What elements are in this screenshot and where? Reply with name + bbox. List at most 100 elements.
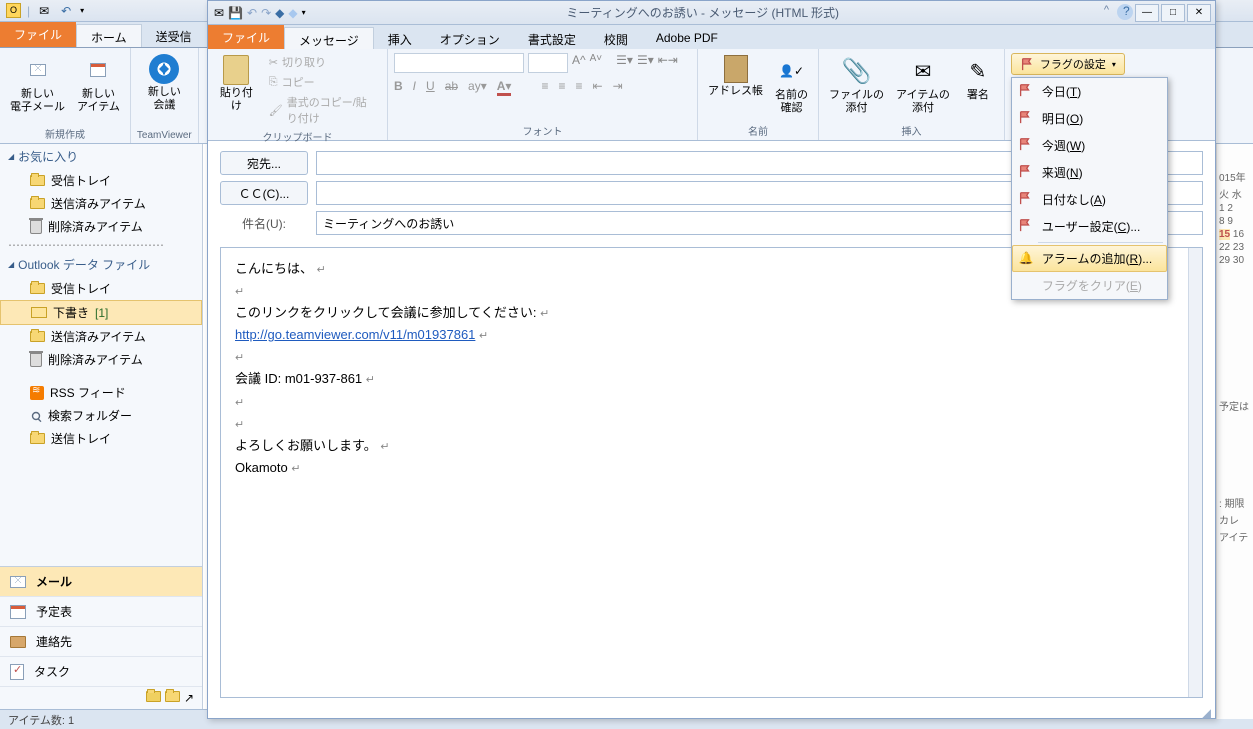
flag-dropdown-menu: 今日(T) 明日(O) 今週(W) 来週(N) 日付なし(A) ユーザー設定(C… <box>1011 77 1168 300</box>
underline-button[interactable]: U <box>426 79 435 96</box>
paste-button[interactable]: 貼り付け <box>214 53 259 127</box>
qat-next-icon[interactable]: ◆ <box>288 6 297 20</box>
nav-sent[interactable]: 送信済みアイテム <box>0 192 202 215</box>
new-email-button[interactable]: 新しい 電子メール <box>6 52 69 116</box>
flag-settings-button[interactable]: フラグの設定 <box>1011 53 1125 75</box>
compose-tab-options[interactable]: オプション <box>426 27 514 49</box>
folder-icon <box>30 175 45 186</box>
nav-section-favorites[interactable]: お気に入り <box>0 144 202 169</box>
indent-button-2[interactable]: ⇥ <box>613 79 623 96</box>
attach-item-button[interactable]: ✉ アイテムの 添付 <box>892 53 954 117</box>
folder-list-icon[interactable] <box>165 691 180 702</box>
new-meeting-button[interactable]: 新しい 会議 <box>144 52 185 114</box>
nav-deleted-2[interactable]: 削除済みアイテム <box>0 348 202 371</box>
nav-search-folders[interactable]: 検索フォルダー <box>0 404 202 427</box>
signature-button[interactable]: ✎ 署名 <box>958 53 998 117</box>
tab-file[interactable]: ファイル <box>0 22 76 47</box>
compose-tab-pdf[interactable]: Adobe PDF <box>642 27 732 49</box>
contacts-icon <box>10 636 26 648</box>
search-icon <box>32 411 40 419</box>
nav-sent-2[interactable]: 送信済みアイテム <box>0 325 202 348</box>
meeting-link[interactable]: http://go.teamviewer.com/v11/m01937861 <box>235 327 475 342</box>
font-color-button[interactable]: A▾ <box>497 79 512 96</box>
flag-next-week[interactable]: 来週(N) <box>1012 159 1167 186</box>
qat-dropdown-icon[interactable]: ▾ <box>80 6 84 15</box>
to-button[interactable]: 宛先... <box>220 151 308 175</box>
nav-inbox[interactable]: 受信トレイ <box>0 169 202 192</box>
outdent-button[interactable]: ⇤ <box>593 79 603 96</box>
body-line-5: Okamoto <box>235 460 291 475</box>
qat-redo-icon[interactable]: ↷ <box>261 6 271 20</box>
shrink-font-button[interactable]: A˅ <box>590 53 603 73</box>
attach-file-button[interactable]: 📎 ファイルの 添付 <box>825 53 888 117</box>
format-painter-button[interactable]: 🖌書式のコピー/貼り付け <box>265 93 381 127</box>
copy-button[interactable]: ⎘コピー <box>265 73 381 91</box>
help-icon[interactable]: ? <box>1117 4 1133 20</box>
flag-tomorrow[interactable]: 明日(O) <box>1012 105 1167 132</box>
qat-save-icon[interactable]: 💾 <box>228 6 243 20</box>
undo-icon[interactable]: ↶ <box>58 3 74 19</box>
folder-icon <box>30 283 45 294</box>
ribbon-minimize-icon[interactable]: ^ <box>1098 4 1115 22</box>
compose-body[interactable]: こんにちは、 ↵ ↵ このリンクをクリックして会議に参加してください: ↵ ht… <box>220 247 1203 698</box>
font-size-select[interactable] <box>528 53 568 73</box>
nav-section-datafile[interactable]: Outlook データ ファイル <box>0 252 202 277</box>
flag-this-week[interactable]: 今週(W) <box>1012 132 1167 159</box>
ribbon-group-label-tv: TeamViewer <box>137 128 192 141</box>
nav-deleted[interactable]: 削除済みアイテム <box>0 215 202 238</box>
close-button[interactable]: ✕ <box>1187 4 1211 22</box>
nav-btn-tasks[interactable]: タスク <box>0 657 202 687</box>
tab-send-receive[interactable]: 送受信 <box>142 24 206 47</box>
minimize-button[interactable]: — <box>1135 4 1159 22</box>
flag-add-alarm[interactable]: 🔔アラームの追加(R)... <box>1012 245 1167 272</box>
indent-button[interactable]: ⇤⇥ <box>658 53 678 73</box>
flag-no-date[interactable]: 日付なし(A) <box>1012 186 1167 213</box>
copy-icon: ⎘ <box>269 76 278 89</box>
new-items-button[interactable]: 新しい アイテム <box>73 52 124 116</box>
compose-tab-insert[interactable]: 挿入 <box>374 27 426 49</box>
bold-button[interactable]: B <box>394 79 403 96</box>
font-family-select[interactable] <box>394 53 524 73</box>
shortcuts-icon[interactable]: ↗ <box>184 691 194 705</box>
compose-resize-grip[interactable]: ◢ <box>208 706 1215 718</box>
maximize-button[interactable]: □ <box>1161 4 1185 22</box>
compose-tab-file[interactable]: ファイル <box>208 25 284 49</box>
grow-font-button[interactable]: A^ <box>572 53 586 73</box>
qat-prev-icon[interactable]: ◆ <box>275 6 284 20</box>
flag-custom[interactable]: ユーザー設定(C)... <box>1012 213 1167 240</box>
bullets-button[interactable]: ☰▾ <box>616 53 633 73</box>
qat-drop-icon[interactable]: ▾ <box>302 8 306 17</box>
nav-btn-mail[interactable]: メール <box>0 567 202 597</box>
compose-tab-format[interactable]: 書式設定 <box>514 27 590 49</box>
cc-button[interactable]: ＣＣ(C)... <box>220 181 308 205</box>
cut-button[interactable]: ✂切り取り <box>265 53 381 71</box>
qat-send-icon[interactable]: ✉ <box>214 6 224 20</box>
numbering-button[interactable]: ☰▾ <box>637 53 654 73</box>
strike-button[interactable]: ab <box>445 79 458 96</box>
notes-icon[interactable] <box>146 691 161 702</box>
compose-tab-message[interactable]: メッセージ <box>284 27 374 49</box>
qat-undo-icon[interactable]: ↶ <box>247 6 257 20</box>
send-receive-icon[interactable]: ✉ <box>36 3 52 19</box>
ribbon-group-tags: フラグの設定 今日(T) 明日(O) 今週(W) 来週(N) 日付なし(A) ユ… <box>1005 49 1131 140</box>
body-line-2: このリンクをクリックして会議に参加してください: <box>235 305 540 320</box>
nav-drafts[interactable]: 下書き [1] <box>0 300 202 325</box>
flag-today[interactable]: 今日(T) <box>1012 78 1167 105</box>
align-right-button[interactable]: ≡ <box>575 79 582 96</box>
italic-button[interactable]: I <box>413 79 416 96</box>
compose-tab-review[interactable]: 校閲 <box>590 27 642 49</box>
address-book-button[interactable]: アドレス帳 <box>704 53 767 117</box>
nav-outbox[interactable]: 送信トレイ <box>0 427 202 450</box>
todo-bar-fragment: 015年 火 水 1 2 8 9 15 16 22 23 29 30 予定は :… <box>1216 144 1253 719</box>
align-left-button[interactable]: ≡ <box>541 79 548 96</box>
ribbon-group-new: 新しい 電子メール 新しい アイテム 新規作成 <box>0 48 131 143</box>
tab-home[interactable]: ホーム <box>76 24 142 47</box>
nav-rss[interactable]: RSS フィード <box>0 381 202 404</box>
highlight-button[interactable]: ay▾ <box>468 79 487 96</box>
compose-ribbon-tabs: ファイル メッセージ 挿入 オプション 書式設定 校閲 Adobe PDF <box>208 25 1215 49</box>
nav-btn-contacts[interactable]: 連絡先 <box>0 627 202 657</box>
nav-btn-calendar[interactable]: 予定表 <box>0 597 202 627</box>
align-center-button[interactable]: ≡ <box>558 79 565 96</box>
nav-inbox-2[interactable]: 受信トレイ <box>0 277 202 300</box>
check-names-button[interactable]: 👤✓ 名前の 確認 <box>771 53 812 117</box>
